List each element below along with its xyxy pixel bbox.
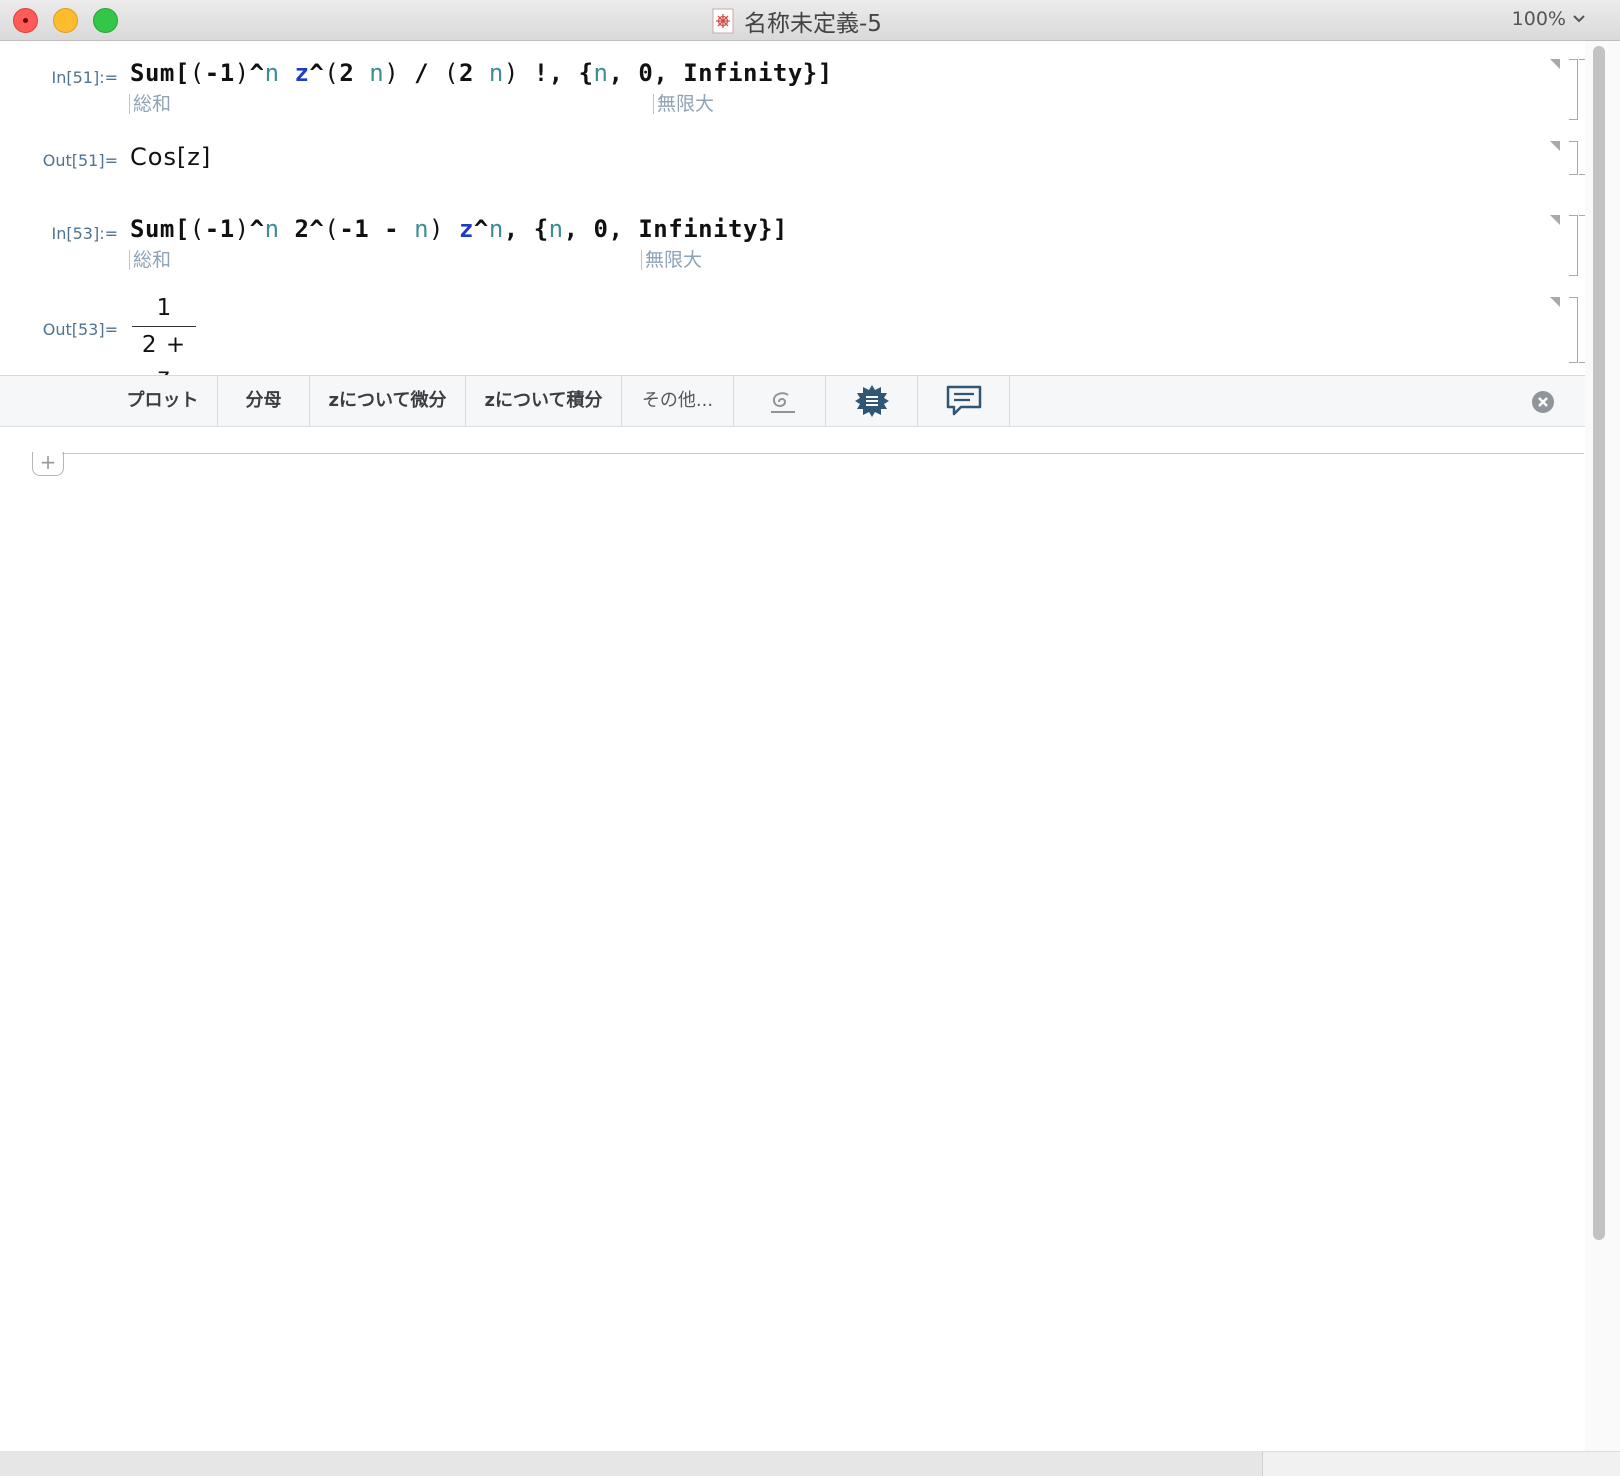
spiral-icon bbox=[770, 392, 795, 413]
settings-button[interactable] bbox=[826, 376, 918, 426]
fraction-numerator: 1 bbox=[156, 295, 172, 321]
annotation-infinity-53: 無限大 bbox=[641, 250, 702, 270]
spiral-button[interactable] bbox=[734, 376, 826, 426]
output-label-51: Out[51]= bbox=[42, 151, 118, 170]
zoom-menu[interactable]: 100% bbox=[1512, 8, 1586, 30]
minimize-window-button[interactable] bbox=[53, 8, 78, 33]
suggestion-denominator-button[interactable]: 分母 bbox=[218, 376, 310, 426]
annotation-infinity-51: 無限大 bbox=[653, 94, 714, 114]
mathematica-doc-icon bbox=[712, 8, 734, 34]
title-bar: 名称未定義-5 100% bbox=[0, 0, 1620, 41]
suggestion-plot-button[interactable]: プロット bbox=[108, 376, 218, 426]
suggestion-differentiate-button[interactable]: zについて微分 bbox=[310, 376, 466, 426]
zoom-level: 100% bbox=[1511, 8, 1566, 30]
bracket-marker-in53 bbox=[1550, 215, 1560, 225]
fraction-denominator: 2 + z bbox=[141, 332, 187, 390]
output-label-53: Out[53]= bbox=[42, 320, 118, 339]
annotation-sum-53: 総和 bbox=[129, 250, 171, 270]
close-circle-icon[interactable] bbox=[1531, 390, 1555, 414]
input-cell-51[interactable]: Sum[(-1)^n z^(2 n) / (2 n) !, {n, 0, Inf… bbox=[130, 59, 833, 87]
cell-bracket-out51[interactable] bbox=[1569, 141, 1578, 175]
output-cell-51[interactable]: Cos[z] bbox=[130, 143, 211, 171]
input-label-51: In[51]:= bbox=[51, 68, 119, 87]
feedback-button[interactable] bbox=[918, 376, 1010, 426]
chevron-down-icon bbox=[1573, 15, 1585, 23]
input-cell-53[interactable]: Sum[(-1)^n 2^(-1 - n) z^n, {n, 0, Infini… bbox=[130, 215, 788, 243]
annotation-sum-51: 総和 bbox=[129, 94, 171, 114]
bracket-marker-out53 bbox=[1550, 297, 1560, 307]
window-title: 名称未定義-5 bbox=[712, 6, 882, 37]
cell-bracket-in53[interactable] bbox=[1569, 215, 1578, 276]
vertical-scroll-thumb[interactable] bbox=[1593, 46, 1605, 1240]
output-cell-53-fraction[interactable]: 1 2 + z bbox=[132, 292, 196, 390]
zoom-window-button[interactable] bbox=[93, 8, 118, 33]
gear-icon bbox=[854, 385, 889, 417]
suggestions-bar: プロット 分母 zについて微分 zについて積分 その他... bbox=[0, 375, 1585, 427]
horizontal-scroll-thumb[interactable] bbox=[0, 1451, 1263, 1476]
cell-bracket-in51[interactable] bbox=[1569, 59, 1578, 120]
suggestion-integrate-button[interactable]: zについて積分 bbox=[466, 376, 622, 426]
input-label-53: In[53]:= bbox=[51, 224, 119, 243]
close-window-button[interactable] bbox=[13, 8, 38, 33]
cell-bracket-out53[interactable] bbox=[1569, 297, 1578, 363]
bracket-marker-out51 bbox=[1550, 141, 1560, 151]
fraction-bar bbox=[132, 326, 196, 327]
speech-bubble-icon bbox=[946, 385, 981, 416]
cell-insertion-line[interactable] bbox=[62, 453, 1584, 454]
plus-icon[interactable]: + bbox=[32, 452, 64, 476]
suggestion-more-button[interactable]: その他... bbox=[622, 376, 734, 426]
window-title-text: 名称未定義-5 bbox=[744, 11, 882, 37]
bracket-marker-in51 bbox=[1550, 59, 1560, 69]
